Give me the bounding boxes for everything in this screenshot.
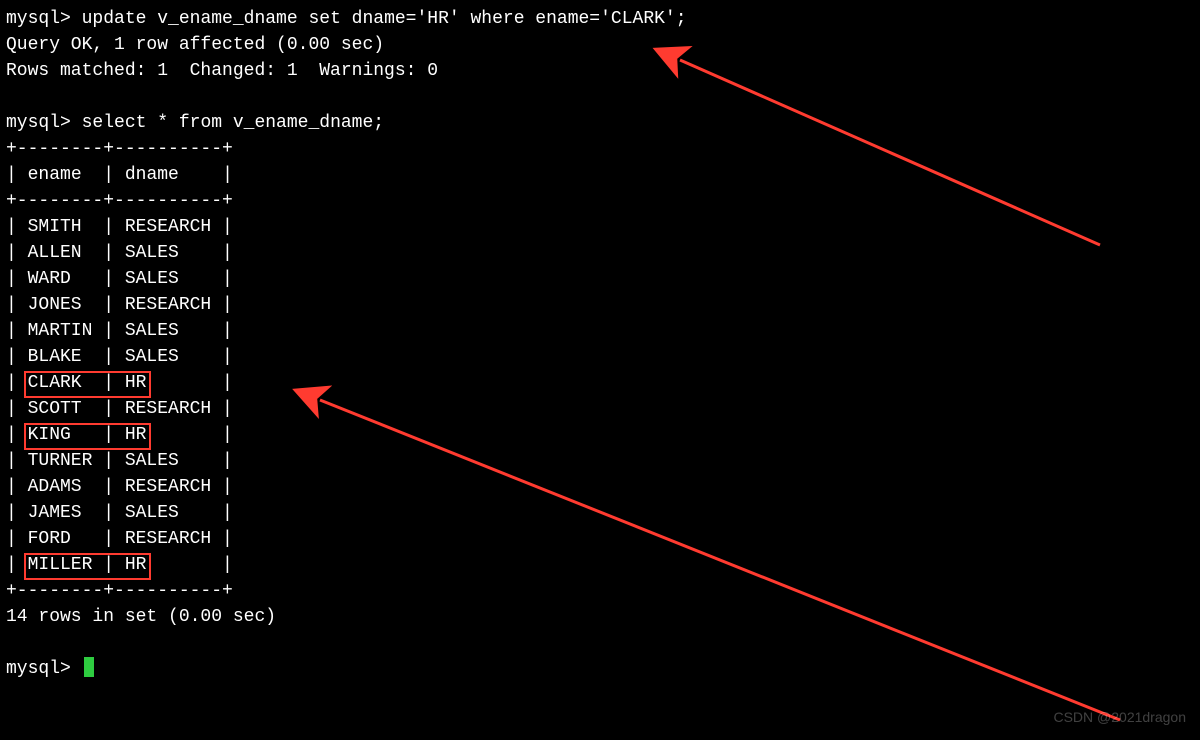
prompt: mysql>: [6, 659, 71, 679]
prompt: mysql>: [6, 9, 71, 29]
select-command: select * from v_ename_dname;: [82, 113, 384, 133]
table-border-mid: +--------+----------+: [6, 191, 233, 211]
terminal[interactable]: mysql> update v_ename_dname set dname='H…: [0, 0, 1200, 688]
prompt: mysql>: [6, 113, 71, 133]
col-header-ename: ename: [28, 165, 82, 185]
table-rows: | SMITH | RESEARCH | | ALLEN | SALES | |…: [6, 217, 233, 575]
rows-in-set-line: 14 rows in set (0.00 sec): [6, 607, 276, 627]
col-header-dname: dname: [125, 165, 179, 185]
table-border-bottom: +--------+----------+: [6, 581, 233, 601]
table-border-top: +--------+----------+: [6, 139, 233, 159]
query-ok-line: Query OK, 1 row affected (0.00 sec): [6, 35, 384, 55]
cursor-block: [84, 657, 94, 677]
rows-matched-line: Rows matched: 1 Changed: 1 Warnings: 0: [6, 61, 438, 81]
update-command: update v_ename_dname set dname='HR' wher…: [82, 9, 687, 29]
watermark: CSDN @2021dragon: [1053, 704, 1186, 730]
